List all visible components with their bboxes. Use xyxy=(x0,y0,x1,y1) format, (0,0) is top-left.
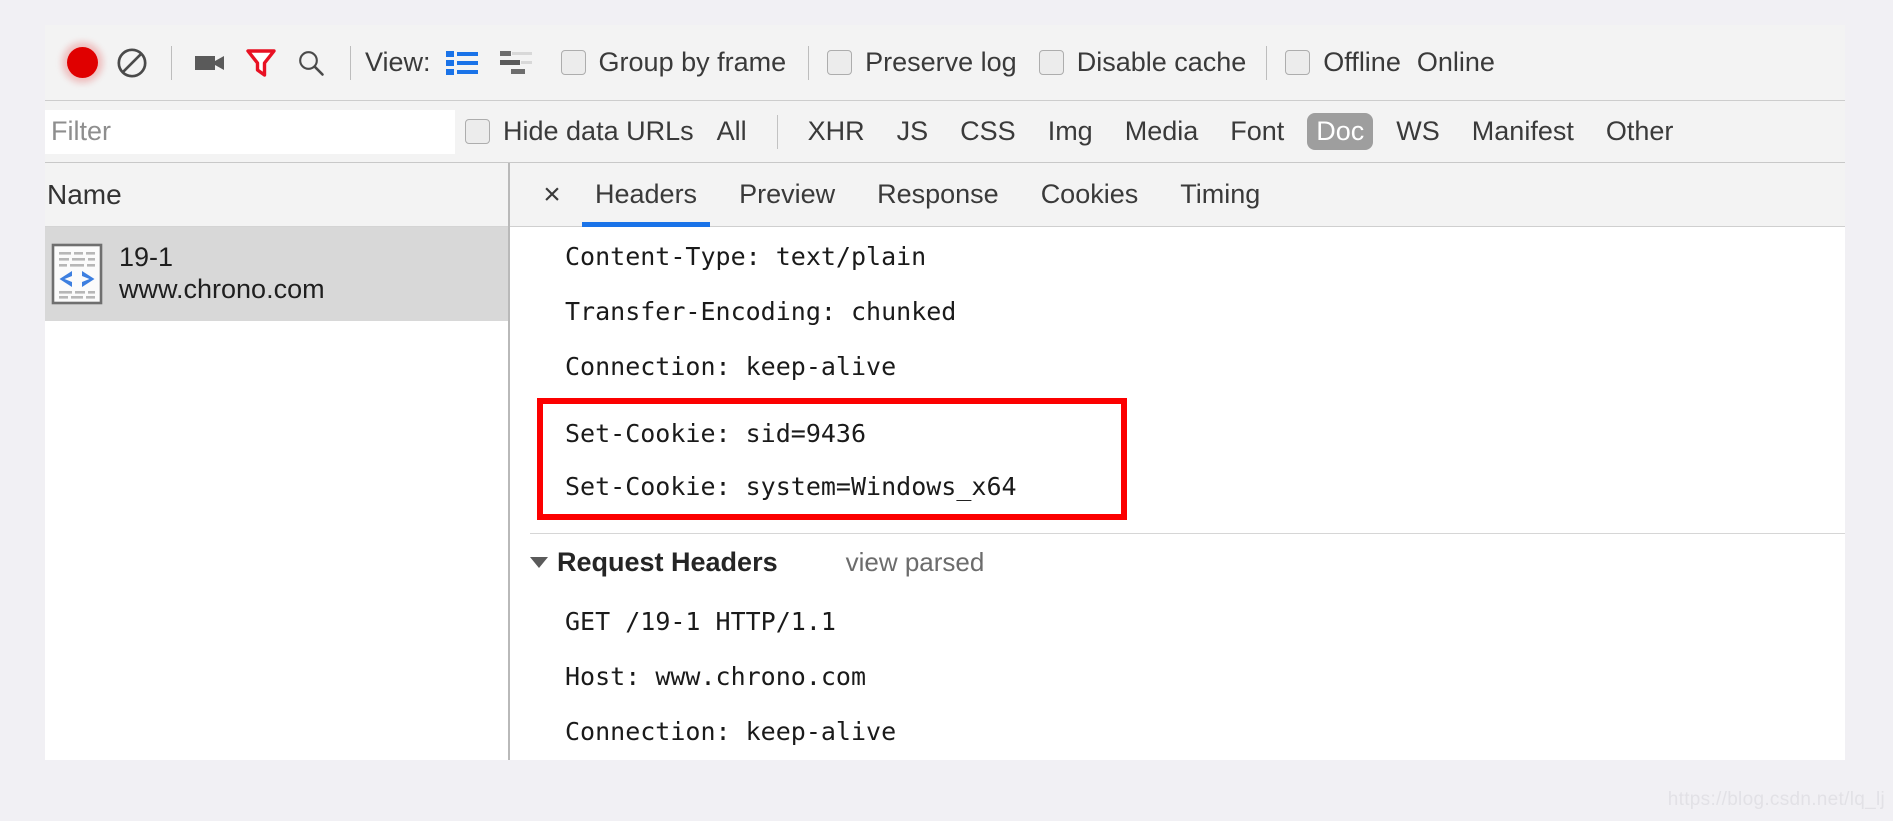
list-view-button[interactable] xyxy=(439,42,485,84)
funnel-filter-icon xyxy=(246,48,276,77)
view-label: View: xyxy=(365,47,431,77)
filter-toggle-button[interactable] xyxy=(236,38,286,88)
watermark-text: https://blog.csdn.net/lq_lj xyxy=(1667,789,1885,810)
response-header-row: Transfer-Encoding: chunked xyxy=(510,284,1845,339)
header-value: keep-alive xyxy=(745,717,897,746)
toolbar-divider-4 xyxy=(1266,45,1268,80)
header-value: chunked xyxy=(850,297,957,326)
record-circle-icon xyxy=(66,47,98,78)
filter-input[interactable] xyxy=(45,109,455,154)
request-headers-title: Request Headers xyxy=(557,546,778,577)
type-filter-js[interactable]: JS xyxy=(888,113,938,150)
record-button[interactable] xyxy=(57,38,107,88)
tab-cookies[interactable]: Cookies xyxy=(1020,163,1160,227)
requests-sidebar: Name 19-1 www.chrono.com xyxy=(45,163,510,760)
disable-cache-label: Disable cache xyxy=(1076,47,1247,77)
filter-bar: Hide data URLs All XHR JS CSS Img Media … xyxy=(45,101,1845,163)
tab-headers[interactable]: Headers xyxy=(574,163,718,227)
header-name: Content-Type: xyxy=(565,242,776,271)
type-filter-manifest[interactable]: Manifest xyxy=(1463,113,1583,150)
clear-button[interactable] xyxy=(107,38,157,88)
detail-tabbar: × Headers Preview Response Cookies Timin… xyxy=(510,163,1845,227)
header-name: Set-Cookie: xyxy=(565,419,746,448)
requests-table-header: Name xyxy=(45,163,508,227)
checkbox-box xyxy=(560,50,586,75)
request-host: www.chrono.com xyxy=(119,274,325,304)
header-name: Connection: xyxy=(565,352,746,381)
preserve-log-label: Preserve log xyxy=(865,47,1017,77)
search-magnifier-icon xyxy=(299,50,324,76)
type-filter-media[interactable]: Media xyxy=(1116,113,1208,150)
panel-body: Name 19-1 www.chrono.com × Headers Previ… xyxy=(45,163,1845,760)
header-value: /19-1 HTTP/1.1 xyxy=(625,607,836,636)
filter-divider xyxy=(776,114,778,149)
search-button[interactable] xyxy=(286,38,336,88)
response-header-row-set-cookie-system: Set-Cookie: system=Windows_x64 xyxy=(510,459,1845,514)
type-filter-other[interactable]: Other xyxy=(1597,113,1683,150)
capture-screenshots-button[interactable] xyxy=(186,38,236,88)
header-name: Host: xyxy=(565,662,656,691)
response-header-row: Content-Type: text/plain xyxy=(510,229,1845,284)
hide-data-urls-checkbox[interactable]: Hide data URLs xyxy=(465,116,694,147)
screenshot-root: View: Group by frame Preserve log Disabl… xyxy=(0,0,1893,821)
header-value: system=Windows_x64 xyxy=(745,472,1017,501)
disable-cache-checkbox[interactable]: Disable cache xyxy=(1038,47,1247,78)
type-filter-all[interactable]: All xyxy=(708,113,756,150)
close-detail-button[interactable]: × xyxy=(530,179,574,210)
header-value: sid=9436 xyxy=(745,419,867,448)
offline-checkbox[interactable]: Offline xyxy=(1285,47,1401,78)
type-filter-xhr[interactable]: XHR xyxy=(799,113,874,150)
header-name: Set-Cookie: xyxy=(565,472,746,501)
offline-label: Offline xyxy=(1323,47,1401,77)
checkbox-box xyxy=(1038,50,1064,75)
type-filter-font[interactable]: Font xyxy=(1221,113,1293,150)
devtools-network-panel: View: Group by frame Preserve log Disabl… xyxy=(45,25,1845,760)
header-name: Connection: xyxy=(565,717,746,746)
document-code-icon xyxy=(51,243,103,305)
group-by-frame-label: Group by frame xyxy=(598,47,787,77)
waterfall-view-icon xyxy=(499,50,532,74)
header-value: text/plain xyxy=(775,242,927,271)
request-labels: 19-1 www.chrono.com xyxy=(119,242,325,306)
header-name: Transfer-Encoding: xyxy=(565,297,851,326)
request-detail-pane: × Headers Preview Response Cookies Timin… xyxy=(510,163,1845,760)
checkbox-box xyxy=(1285,50,1311,75)
tab-response[interactable]: Response xyxy=(856,163,1020,227)
column-header-name: Name xyxy=(47,178,122,210)
header-value: www.chrono.com xyxy=(655,662,867,691)
header-value: keep-alive xyxy=(745,352,897,381)
view-parsed-link[interactable]: view parsed xyxy=(846,547,985,578)
response-header-row: Connection: keep-alive xyxy=(510,339,1845,394)
tab-preview[interactable]: Preview xyxy=(718,163,856,227)
checkbox-box xyxy=(465,119,490,144)
network-toolbar: View: Group by frame Preserve log Disabl… xyxy=(45,25,1845,101)
hide-data-urls-label: Hide data URLs xyxy=(503,116,694,146)
throttling-select[interactable]: Online xyxy=(1417,47,1495,78)
toolbar-divider-2 xyxy=(350,45,351,80)
list-view-icon xyxy=(445,50,478,75)
type-filter-doc[interactable]: Doc xyxy=(1307,113,1374,150)
type-filter-css[interactable]: CSS xyxy=(951,113,1025,150)
header-name: GET xyxy=(565,607,626,636)
request-list-item[interactable]: 19-1 www.chrono.com xyxy=(45,227,508,321)
checkbox-box xyxy=(827,50,853,75)
headers-content: Content-Type: text/plain Transfer-Encodi… xyxy=(510,227,1845,760)
type-filter-ws[interactable]: WS xyxy=(1387,113,1449,150)
clear-prohibited-icon xyxy=(117,47,147,78)
request-header-row: Connection: keep-alive xyxy=(510,704,1845,759)
request-headers-section-header[interactable]: Request Headers view parsed xyxy=(510,534,1845,590)
request-name: 19-1 xyxy=(119,242,174,273)
toolbar-divider-1 xyxy=(171,45,172,80)
camera-filmstrip-icon xyxy=(195,55,224,70)
request-header-row: Host: www.chrono.com xyxy=(510,649,1845,704)
tab-timing[interactable]: Timing xyxy=(1159,163,1281,227)
chevron-down-icon[interactable] xyxy=(530,556,548,568)
response-header-row-set-cookie-sid: Set-Cookie: sid=9436 xyxy=(510,406,1845,461)
group-by-frame-checkbox[interactable]: Group by frame xyxy=(560,47,787,78)
request-header-row: GET /19-1 HTTP/1.1 xyxy=(510,594,1845,649)
waterfall-view-button[interactable] xyxy=(493,42,539,84)
type-filter-img[interactable]: Img xyxy=(1039,113,1102,150)
toolbar-divider-3 xyxy=(808,45,810,80)
preserve-log-checkbox[interactable]: Preserve log xyxy=(827,47,1017,78)
